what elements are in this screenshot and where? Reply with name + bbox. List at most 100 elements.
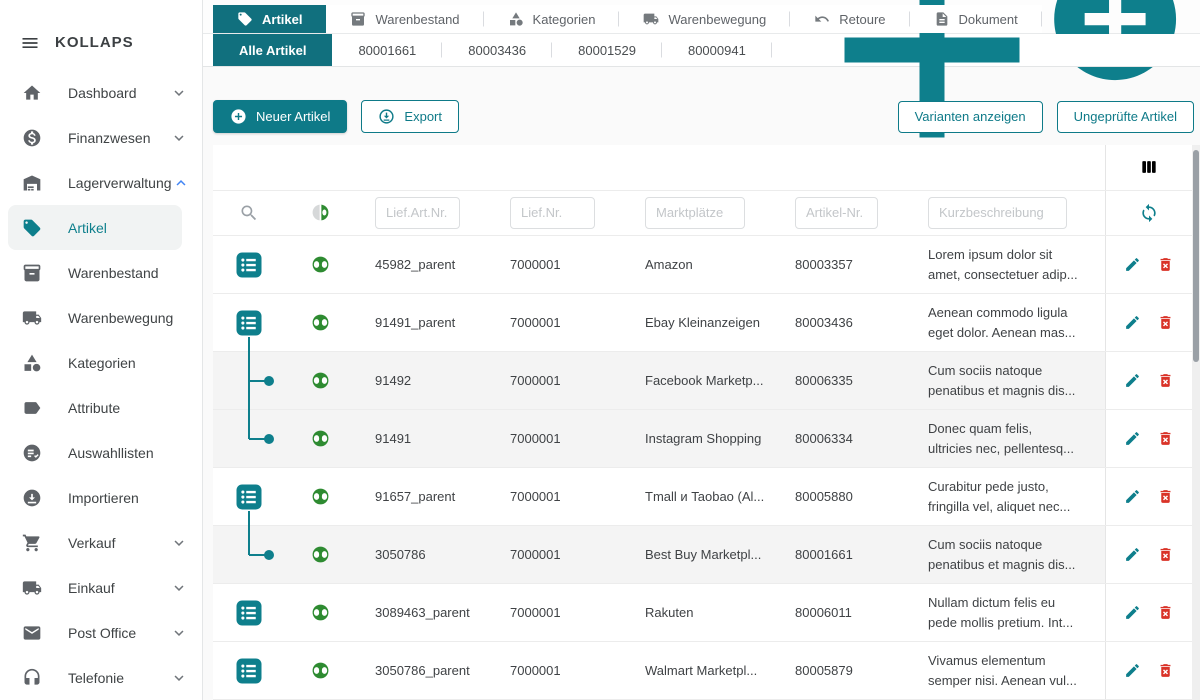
sidebar-item-auswahllisten[interactable]: Auswahllisten xyxy=(0,430,202,475)
sidebar-item-label: Finanzwesen xyxy=(68,130,151,146)
edit-row-button[interactable] xyxy=(1124,314,1141,331)
delete-row-button[interactable] xyxy=(1157,372,1174,389)
mail-icon xyxy=(22,623,42,643)
entity-tab-alle-artikel[interactable]: Alle Artikel xyxy=(213,34,332,66)
sidebar-item-warenbestand[interactable]: Warenbestand xyxy=(0,250,202,295)
column-header-lief-nr xyxy=(490,145,625,190)
cell-aktiv xyxy=(285,642,355,699)
sidebar-item-warenbewegung[interactable]: Warenbewegung xyxy=(0,295,202,340)
table-row[interactable]: 914927000001Facebook Marketp...80006335C… xyxy=(213,352,1200,410)
edit-row-button[interactable] xyxy=(1124,488,1141,505)
tab-artikel[interactable]: Artikel xyxy=(213,5,326,33)
sidebar-item-artikel[interactable]: Artikel xyxy=(8,205,182,250)
sidebar-item-label: Post Office xyxy=(68,625,136,641)
table-row[interactable]: 91657_parent7000001Tmall и Taobao (Al...… xyxy=(213,468,1200,526)
typ-search-button[interactable] xyxy=(239,203,259,223)
delete-row-button[interactable] xyxy=(1157,488,1174,505)
tab-warenbestand[interactable]: Warenbestand xyxy=(326,5,483,33)
inventory-icon xyxy=(350,11,366,27)
cell-aktiv xyxy=(285,468,355,525)
filter-lief-nr-input[interactable] xyxy=(510,197,595,229)
table-row[interactable]: 3050786_parent7000001Walmart Marketpl...… xyxy=(213,642,1200,700)
tab-label: 80001661 xyxy=(358,43,416,58)
sidebar-item-finanzwesen[interactable]: Finanzwesen xyxy=(0,115,202,160)
cell-lief-art-nr: 91657_parent xyxy=(355,468,490,525)
edit-row-button[interactable] xyxy=(1124,604,1141,621)
export-button[interactable]: Export xyxy=(361,100,459,133)
column-header-lief-art-nr xyxy=(355,145,490,190)
active-status-icon xyxy=(311,603,330,622)
active-status-icon xyxy=(311,429,330,448)
show-variants-button[interactable]: Varianten anzeigen xyxy=(898,101,1043,133)
filter-lief-art-nr-input[interactable] xyxy=(375,197,460,229)
sidebar-item-importieren[interactable]: Importieren xyxy=(0,475,202,520)
entity-tab-80001529[interactable]: 80001529 xyxy=(552,34,662,66)
tab-kategorien[interactable]: Kategorien xyxy=(484,5,620,33)
unchecked-articles-button[interactable]: Ungeprüfte Artikel xyxy=(1057,101,1194,133)
edit-row-button[interactable] xyxy=(1124,662,1141,679)
edit-row-button[interactable] xyxy=(1124,546,1141,563)
table-row[interactable]: 45982_parent7000001Amazon80003357Lorem i… xyxy=(213,236,1200,294)
sidebar-item-kategorien[interactable]: Kategorien xyxy=(0,340,202,385)
category-icon xyxy=(22,353,42,373)
tab-retoure[interactable]: Retoure xyxy=(790,5,909,33)
refresh-button[interactable] xyxy=(1139,203,1159,223)
delete-row-button[interactable] xyxy=(1157,256,1174,273)
column-settings-button[interactable] xyxy=(1139,157,1159,177)
sidebar-item-post-office[interactable]: Post Office xyxy=(0,610,202,655)
cell-kurzbeschreibung: Lorem ipsum dolor sitamet, consectetuer … xyxy=(908,236,1105,293)
entity-tab-80000941[interactable]: 80000941 xyxy=(662,34,772,66)
sidebar-item-einkauf[interactable]: Einkauf xyxy=(0,565,202,610)
money-icon xyxy=(22,128,42,148)
delete-row-button[interactable] xyxy=(1157,662,1174,679)
column-header-actions xyxy=(1105,145,1200,190)
cell-actions xyxy=(1105,526,1200,583)
cell-lief-nr: 7000001 xyxy=(490,526,625,583)
table-row[interactable]: 3089463_parent7000001Rakuten80006011Null… xyxy=(213,584,1200,642)
sidebar-item-label: Telefonie xyxy=(68,670,124,686)
tree-connector-line xyxy=(248,511,250,527)
retoure-icon xyxy=(814,11,830,27)
tree-connector-line xyxy=(248,526,250,555)
tab-warenbewegung[interactable]: Warenbewegung xyxy=(619,5,790,33)
delete-row-button[interactable] xyxy=(1157,604,1174,621)
filter-kurzbeschreibung-input[interactable] xyxy=(928,197,1067,229)
sidebar-item-telefonie[interactable]: Telefonie xyxy=(0,655,202,700)
tab-dokument[interactable]: Dokument xyxy=(910,5,1042,33)
delete-row-button[interactable] xyxy=(1157,546,1174,563)
edit-row-button[interactable] xyxy=(1124,372,1141,389)
delete-row-button[interactable] xyxy=(1157,430,1174,447)
new-article-button[interactable]: Neuer Artikel xyxy=(213,100,347,133)
column-header-artikel-nr xyxy=(775,145,908,190)
headset-icon xyxy=(22,668,42,688)
cell-kurzbeschreibung: Cum sociis natoquepenatibus et magnis di… xyxy=(908,526,1105,583)
sidebar-item-label: Attribute xyxy=(68,400,120,416)
cell-actions xyxy=(1105,352,1200,409)
cell-lief-nr: 7000001 xyxy=(490,410,625,467)
tab-label: 80000941 xyxy=(688,43,746,58)
filter-artikel-nr-input[interactable] xyxy=(795,197,878,229)
cell-aktiv xyxy=(285,352,355,409)
aktiv-filter-toggle[interactable] xyxy=(311,203,330,222)
article-type-list-icon xyxy=(234,308,264,338)
table-row[interactable]: 914917000001Instagram Shopping80006334Do… xyxy=(213,410,1200,468)
hamburger-menu-button[interactable] xyxy=(20,33,40,53)
sidebar-item-attribute[interactable]: Attribute xyxy=(0,385,202,430)
sidebar-item-verkauf[interactable]: Verkauf xyxy=(0,520,202,565)
edit-row-button[interactable] xyxy=(1124,430,1141,447)
truck-icon xyxy=(643,11,659,27)
sidebar-item-lagerverwaltung[interactable]: Lagerverwaltung xyxy=(0,160,202,205)
sidebar-item-label: Lagerverwaltung xyxy=(68,175,172,191)
edit-row-button[interactable] xyxy=(1124,256,1141,273)
table-row[interactable]: 30507867000001Best Buy Marketpl...800016… xyxy=(213,526,1200,584)
entity-tab-80003436[interactable]: 80003436 xyxy=(442,34,552,66)
tag-icon xyxy=(237,11,253,27)
cell-aktiv xyxy=(285,236,355,293)
cell-typ xyxy=(213,642,285,699)
scrollbar-thumb[interactable] xyxy=(1193,150,1199,362)
delete-row-button[interactable] xyxy=(1157,314,1174,331)
entity-tab-80001661[interactable]: 80001661 xyxy=(332,34,442,66)
filter-marktplaetze-input[interactable] xyxy=(645,197,745,229)
sidebar-item-dashboard[interactable]: Dashboard xyxy=(0,70,202,115)
table-row[interactable]: 91491_parent7000001Ebay Kleinanzeigen800… xyxy=(213,294,1200,352)
